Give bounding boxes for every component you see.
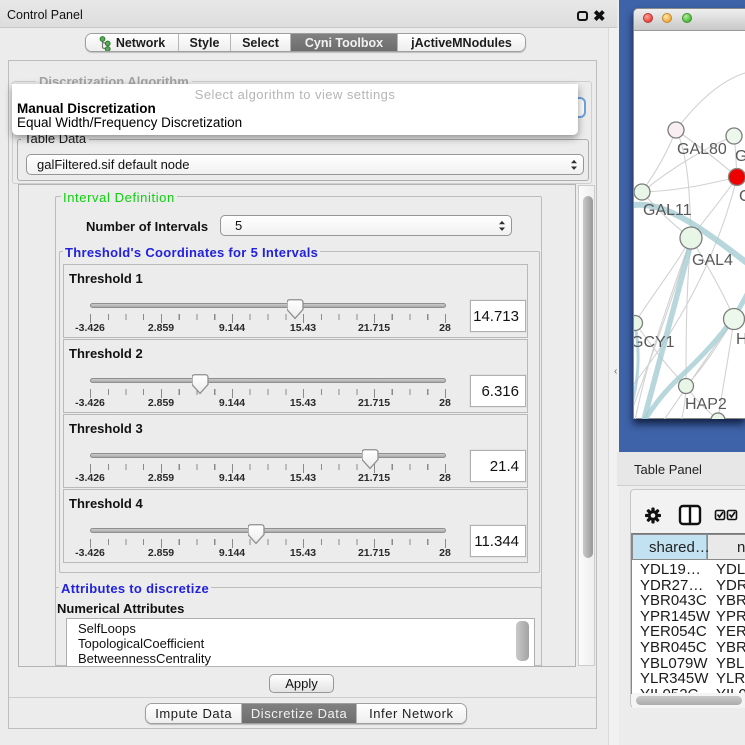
- svg-text:GAL11: GAL11: [643, 202, 692, 219]
- svg-text:HAP2: HAP2: [685, 396, 727, 413]
- svg-text:GCY1: GCY1: [634, 334, 675, 351]
- svg-text:GAL80: GAL80: [677, 141, 727, 158]
- svg-text:C: C: [739, 188, 745, 205]
- svg-text:GAL4: GAL4: [692, 252, 733, 269]
- svg-text:H: H: [736, 331, 745, 348]
- svg-text:GA: GA: [735, 148, 745, 165]
